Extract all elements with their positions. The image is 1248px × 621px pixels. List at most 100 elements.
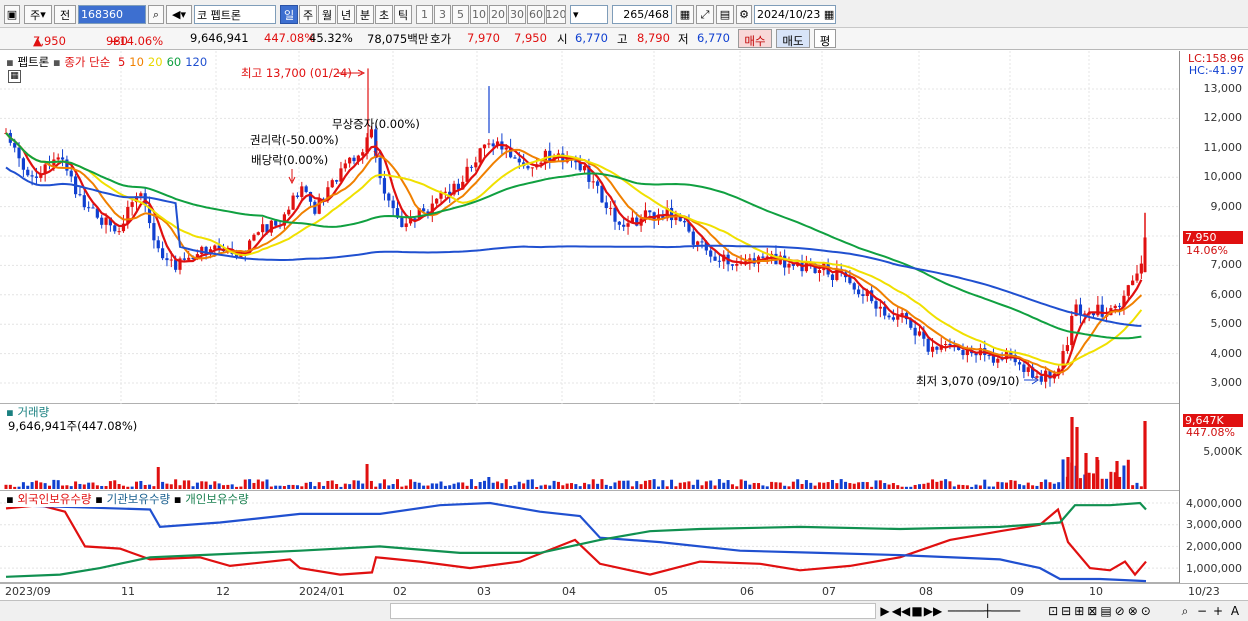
- volume-bar: [409, 479, 413, 489]
- gear-icon[interactable]: ⚙: [736, 5, 752, 24]
- date-field[interactable]: 2024/10/23 ▦: [754, 5, 836, 24]
- volume-bar: [1018, 484, 1022, 489]
- legend-foreign[interactable]: 외국인보유수량: [17, 492, 91, 506]
- custom-count-select[interactable]: ▾: [570, 5, 608, 24]
- legend-ma-5[interactable]: 5: [118, 55, 125, 69]
- volume-bar: [478, 482, 482, 489]
- scroll-track[interactable]: [390, 603, 876, 619]
- volume-bar: [1022, 485, 1026, 489]
- volume-bar: [1039, 481, 1043, 489]
- volume-bar: [726, 480, 730, 489]
- zoom-slider[interactable]: ─────┼────: [944, 603, 1024, 619]
- date-tick: 04: [562, 585, 576, 598]
- volume-bar: [100, 485, 104, 489]
- count-button[interactable]: 5: [452, 5, 469, 24]
- period-button[interactable]: 틱: [394, 5, 412, 24]
- save-icon[interactable]: ▤: [716, 5, 734, 24]
- volume-bar: [474, 486, 478, 489]
- volume-bar: [365, 464, 369, 489]
- stock-name-field[interactable]: 코 펩트론: [194, 5, 276, 24]
- zoom-in-icon[interactable]: +: [1212, 603, 1224, 619]
- volume-readout: 9,646,941주(447.08%): [8, 419, 138, 433]
- search-icon[interactable]: ⌕: [148, 5, 164, 24]
- price-tick: 7,000: [1210, 258, 1243, 272]
- price-tick: 13,000: [1203, 82, 1243, 95]
- avg-button[interactable]: 평: [814, 29, 836, 48]
- legend-indiv[interactable]: 개인보유수량: [185, 492, 248, 506]
- period-button[interactable]: 분: [356, 5, 374, 24]
- market-select[interactable]: 주 ▾: [24, 5, 52, 24]
- date-axis: 2023/09 11 12 2024/01 02 03 04 05 06 07 …: [0, 583, 1248, 600]
- volume-bar: [48, 485, 51, 489]
- forward-icon[interactable]: ▶▶: [924, 603, 942, 619]
- volume-bar: [469, 479, 473, 489]
- volume-bar: [748, 484, 752, 489]
- volume-bar: [74, 481, 78, 489]
- volume-bar: [174, 479, 178, 489]
- stop-icon[interactable]: ■: [910, 603, 924, 619]
- volume-tick: 5,000K: [1203, 445, 1242, 458]
- grid-icon[interactable]: ▦: [676, 5, 694, 24]
- period-button[interactable]: 년: [337, 5, 355, 24]
- stock-code-input[interactable]: 168360: [78, 5, 146, 24]
- legend-ma-120[interactable]: 120: [185, 55, 207, 69]
- period-button[interactable]: 일: [280, 5, 298, 24]
- count-button[interactable]: 10: [470, 5, 488, 24]
- range-field[interactable]: 265/468: [612, 5, 672, 24]
- volume-bar: [248, 479, 252, 489]
- turnover-value: 45.32%: [309, 31, 353, 45]
- volume-bar: [65, 485, 69, 489]
- volume-bar: [439, 481, 443, 489]
- volume-bar: [752, 482, 756, 489]
- count-button[interactable]: 3: [434, 5, 451, 24]
- volume-bar: [348, 484, 352, 489]
- volume-bar: [152, 486, 156, 489]
- count-button[interactable]: 120: [546, 5, 566, 24]
- rewind-icon[interactable]: ◀◀: [892, 603, 910, 619]
- volume-bar: [948, 481, 952, 489]
- font-size-icon[interactable]: A: [1228, 603, 1242, 619]
- price-tick: 10,000: [1203, 170, 1243, 184]
- zoom-out-icon[interactable]: −: [1196, 603, 1208, 619]
- legend-ma-60[interactable]: 60: [167, 55, 182, 69]
- count-button[interactable]: 30: [508, 5, 526, 24]
- legend-series[interactable]: 종가 단순: [64, 55, 110, 69]
- tool-icons[interactable]: ⊡⊟⊞⊠▤⊘⊗⊙: [1026, 603, 1176, 619]
- volume-bar: [883, 483, 887, 489]
- legend-ma-20[interactable]: 20: [148, 55, 163, 69]
- prev-button[interactable]: 전: [54, 5, 76, 24]
- count-button[interactable]: 60: [527, 5, 545, 24]
- toolbar: ▣ 주 ▾ 전 168360 ⌕ ◀▾ 코 펩트론 일주월년분초틱 1 3 5 10 20…: [0, 0, 1248, 28]
- volume-bar: [730, 484, 734, 489]
- volume-pct-tag: 447.08%: [1186, 426, 1235, 439]
- zoom-icon[interactable]: ⌕: [1178, 603, 1192, 619]
- count-button[interactable]: 1: [416, 5, 433, 24]
- volume-bar: [935, 481, 939, 489]
- buy-button[interactable]: 매수: [738, 29, 772, 48]
- volume-bar: [552, 480, 556, 489]
- volume-bar: [204, 481, 208, 489]
- volume-bar: [491, 482, 495, 489]
- period-button[interactable]: 월: [318, 5, 336, 24]
- volume-bar: [713, 485, 717, 489]
- volume-bar: [456, 482, 460, 489]
- volume-bar: [965, 485, 969, 489]
- scroll-right-icon[interactable]: ▶: [878, 603, 892, 619]
- volume-bar: [117, 484, 121, 489]
- volume-bar: [857, 482, 861, 489]
- legend-ma-10[interactable]: 10: [129, 55, 144, 69]
- annotation-dividend: 배당락(0.00%): [251, 153, 329, 167]
- count-button[interactable]: 20: [489, 5, 507, 24]
- period-button[interactable]: 주: [299, 5, 317, 24]
- legend-inst[interactable]: 기관보유수량: [107, 492, 170, 506]
- draw-icon[interactable]: ⤢: [696, 5, 714, 24]
- price-chart[interactable]: [0, 51, 1179, 404]
- table-icon[interactable]: ▦: [8, 70, 21, 83]
- period-button[interactable]: 초: [375, 5, 393, 24]
- speaker-icon[interactable]: ◀▾: [166, 5, 192, 24]
- volume-chart[interactable]: [0, 404, 1179, 491]
- sell-button[interactable]: 매도: [776, 29, 810, 48]
- legend-stock[interactable]: 펩트론: [17, 55, 49, 69]
- volume-bar: [539, 485, 543, 489]
- window-icon[interactable]: ▣: [4, 5, 20, 24]
